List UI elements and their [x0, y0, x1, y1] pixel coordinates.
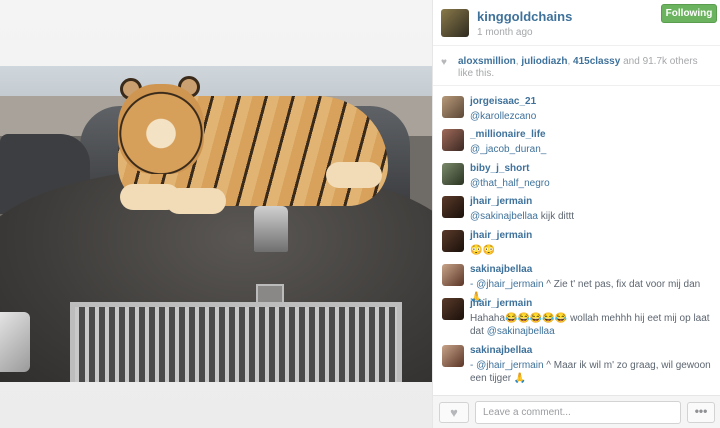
- commenter-avatar[interactable]: [442, 298, 464, 320]
- liker-link[interactable]: 415classy: [573, 56, 620, 67]
- comment-username[interactable]: sakinajbellaa: [470, 264, 532, 275]
- post-timestamp[interactable]: 1 month ago: [477, 27, 533, 38]
- photo-headlight: [0, 312, 30, 372]
- commenter-avatar[interactable]: [442, 196, 464, 218]
- comment-mention[interactable]: - @jhair_jermain: [470, 360, 544, 371]
- heart-icon: ♥: [450, 405, 458, 420]
- comment-username[interactable]: jhair_jermain: [470, 230, 532, 241]
- photo-area: [0, 0, 432, 428]
- comments-list: jorgeisaac_21 @karollezcano _millionaire…: [433, 88, 720, 391]
- comment-username[interactable]: jhair_jermain: [470, 196, 532, 207]
- commenter-avatar[interactable]: [442, 163, 464, 185]
- comment-username[interactable]: biby_j_short: [470, 163, 529, 174]
- commenter-avatar[interactable]: [442, 129, 464, 151]
- comment-text: @sakinajbellaa kijk dittt: [470, 210, 714, 223]
- comment-mention[interactable]: @sakinajbellaa: [470, 211, 538, 222]
- ellipsis-icon: •••: [694, 404, 708, 418]
- comment-mention[interactable]: @that_half_negro: [470, 178, 550, 189]
- comment-mention[interactable]: @_jacob_duran_: [470, 144, 546, 155]
- comment-text: @_jacob_duran_: [470, 143, 714, 156]
- comment-username[interactable]: sakinajbellaa: [470, 345, 532, 356]
- comment-text: @karollezcano: [470, 110, 714, 123]
- commenter-avatar[interactable]: [442, 345, 464, 367]
- photo-tiger-paw: [326, 162, 382, 188]
- comment-mention[interactable]: @sakinajbellaa: [487, 326, 555, 337]
- commenter-avatar[interactable]: [442, 96, 464, 118]
- photo-car-grille: [70, 302, 402, 382]
- following-button[interactable]: Following: [661, 4, 717, 23]
- post-details-panel: kinggoldchains 1 month ago Following ♥ a…: [432, 0, 720, 428]
- commenter-avatar[interactable]: [442, 264, 464, 286]
- post-header: kinggoldchains 1 month ago Following: [433, 0, 720, 46]
- comment-text: @that_half_negro: [470, 177, 714, 190]
- photo-tiger-paw: [166, 188, 226, 214]
- more-options-button[interactable]: •••: [687, 402, 715, 423]
- comment-text: 😳😳: [470, 245, 495, 256]
- commenter-avatar[interactable]: [442, 230, 464, 252]
- likes-and-text: and: [620, 56, 643, 67]
- comment-mention[interactable]: - @jhair_jermain: [470, 279, 544, 290]
- comment-footer: ♥ •••: [433, 395, 720, 428]
- comment-text: - @jhair_jermain ^ Maar ik wil m' zo gra…: [470, 359, 714, 385]
- post-photo[interactable]: [0, 66, 432, 382]
- author-avatar[interactable]: [441, 9, 469, 37]
- comment-input[interactable]: [475, 401, 681, 424]
- photo-hood-ornament: [254, 206, 288, 252]
- like-button[interactable]: ♥: [439, 402, 469, 423]
- likes-others-count[interactable]: 91.7k: [643, 56, 667, 67]
- comment-username[interactable]: _millionaire_life: [470, 129, 546, 140]
- comment-username[interactable]: jhair_jermain: [470, 298, 532, 309]
- comment-text: Hahaha😂😂😂😂😂 wollah mehhh hij eet mij op …: [470, 312, 714, 338]
- photo-tiger-head: [118, 84, 204, 174]
- author-username[interactable]: kinggoldchains: [477, 9, 572, 24]
- comment-mention[interactable]: @karollezcano: [470, 111, 536, 122]
- liker-link[interactable]: aloxsmillion: [458, 56, 516, 67]
- liker-link[interactable]: juliodiazh: [521, 56, 567, 67]
- likes-summary: ♥ aloxsmillion, juliodiazh, 415classy an…: [433, 48, 720, 86]
- comment-body: kijk dittt: [537, 211, 575, 222]
- comment-username[interactable]: jorgeisaac_21: [470, 96, 536, 107]
- likes-heart-icon: ♥: [441, 57, 447, 68]
